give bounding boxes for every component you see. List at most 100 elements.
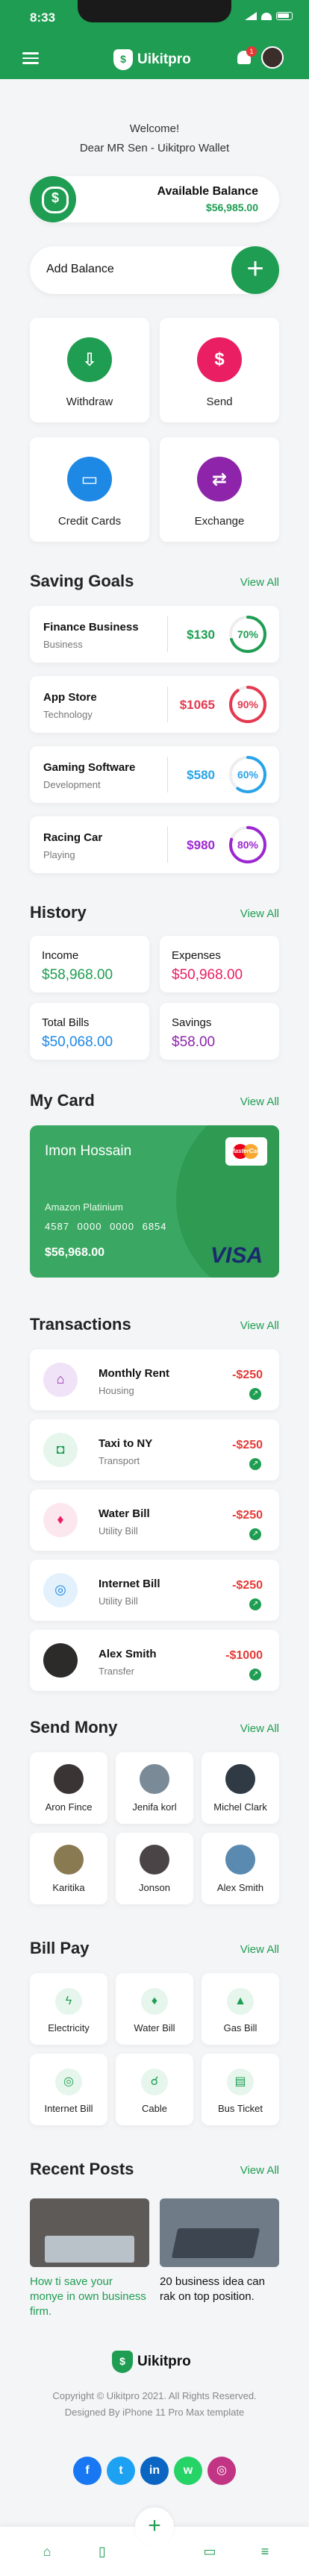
arrow-icon[interactable]: ↗	[249, 1388, 261, 1400]
notification-badge: 1	[246, 46, 257, 57]
transactions-view-all-link[interactable]: View All	[240, 1319, 279, 1332]
credit-cards-button[interactable]: ▭ Credit Cards	[30, 437, 149, 542]
goal-category: Playing	[43, 849, 75, 860]
send-button[interactable]: $ Send	[160, 318, 279, 422]
shield-logo-icon	[112, 2351, 133, 2373]
footer-brand-name: Uikitpro	[137, 2354, 191, 2369]
contact-card[interactable]: Michel Clark	[202, 1752, 279, 1824]
contact-card[interactable]: Jonson	[116, 1833, 193, 1904]
history-label: Savings	[172, 1016, 212, 1029]
divider	[167, 687, 168, 722]
arrow-icon[interactable]: ↗	[249, 1669, 261, 1681]
contact-card[interactable]: Jenifa korl	[116, 1752, 193, 1824]
avatar	[54, 1764, 84, 1794]
goal-name: Racing Car	[43, 831, 103, 844]
transaction-title: Alex Smith	[99, 1648, 157, 1660]
history-view-all-link[interactable]: View All	[240, 907, 279, 920]
goal-category: Business	[43, 639, 83, 650]
menu-icon[interactable]	[22, 52, 39, 64]
avatar	[54, 1845, 84, 1875]
saving-goals-view-all-link[interactable]: View All	[240, 576, 279, 589]
saving-goal-card[interactable]: App Store Technology $1065 90%	[30, 676, 279, 733]
instagram-icon[interactable]: ◎	[207, 2457, 236, 2485]
history-total-bills-card[interactable]: Total Bills $50,068.00	[30, 1003, 149, 1060]
post-title: How ti save your monye in own business f…	[30, 2275, 146, 2318]
balance-value: $56,985.00	[205, 201, 258, 213]
add-balance-bar[interactable]: Add Balance +	[30, 246, 279, 294]
goal-amount: $1065	[179, 698, 215, 712]
bill-pay-button[interactable]: ϟ Electricity	[30, 1973, 107, 2045]
my-card-view-all-link[interactable]: View All	[240, 1095, 279, 1108]
goal-name: Gaming Software	[43, 761, 136, 774]
withdraw-button[interactable]: ⇩ Withdraw	[30, 318, 149, 422]
recent-posts-view-all-link[interactable]: View All	[240, 2164, 279, 2177]
whatsapp-icon[interactable]: w	[174, 2457, 202, 2485]
card-number: 4587 0000 0000 6854	[45, 1221, 167, 1232]
bill-pay-button[interactable]: ☌ Cable	[116, 2054, 193, 2125]
post-image	[160, 2198, 279, 2267]
menu-lines-icon[interactable]: ≡	[257, 2543, 273, 2560]
arrow-icon[interactable]: ↗	[249, 1598, 261, 1610]
facebook-icon[interactable]: f	[73, 2457, 102, 2485]
transaction-row[interactable]: ♦ Water Bill Utility Bill -$250 ↗	[30, 1489, 279, 1551]
arrow-icon[interactable]: ↗	[249, 1528, 261, 1540]
add-balance-label: Add Balance	[46, 263, 114, 275]
send-money-view-all-link[interactable]: View All	[240, 1722, 279, 1735]
history-label: Expenses	[172, 949, 221, 962]
saving-goal-card[interactable]: Finance Business Business $130 70%	[30, 606, 279, 663]
transaction-category: Utility Bill	[99, 1525, 138, 1536]
bill-name: Cable	[142, 2103, 167, 2114]
bill-pay-button[interactable]: ◎ Internet Bill	[30, 2054, 107, 2125]
history-expenses-card[interactable]: Expenses $50,968.00	[160, 936, 279, 992]
contact-card[interactable]: Karitika	[30, 1833, 107, 1904]
card-bank-name: Amazon Platinium	[45, 1201, 123, 1213]
transaction-row[interactable]: ⌂ Monthly Rent Housing -$250 ↗	[30, 1349, 279, 1410]
add-button[interactable]: +	[135, 2507, 174, 2546]
home-icon[interactable]: ⌂	[39, 2543, 55, 2560]
bill-pay-button[interactable]: ♦ Water Bill	[116, 1973, 193, 2045]
signal-icon	[245, 12, 257, 20]
globe-icon: ◎	[43, 1573, 78, 1607]
post-card[interactable]: 20 business idea can rak on top position…	[160, 2198, 279, 2304]
bill-pay-view-all-link[interactable]: View All	[240, 1943, 279, 1956]
bill-pay-button[interactable]: ▤ Bus Ticket	[202, 2054, 279, 2125]
goal-category: Development	[43, 779, 101, 790]
bill-pay-button[interactable]: ▲ Gas Bill	[202, 1973, 279, 2045]
history-savings-card[interactable]: Savings $58.00	[160, 1003, 279, 1060]
history-label: Income	[42, 949, 79, 962]
goal-amount: $580	[187, 768, 215, 782]
contact-card[interactable]: Aron Fince	[30, 1752, 107, 1824]
wallet-icon[interactable]: ▭	[202, 2543, 218, 2560]
withdraw-icon: ⇩	[67, 337, 112, 382]
social-links: f t in w ◎	[73, 2457, 236, 2485]
post-card[interactable]: How ti save your monye in own business f…	[30, 2198, 149, 2319]
history-income-card[interactable]: Income $58,968.00	[30, 936, 149, 992]
saving-goal-card[interactable]: Gaming Software Development $580 60%	[30, 746, 279, 803]
globe-icon: ◎	[55, 2069, 82, 2095]
notch	[78, 0, 231, 22]
transaction-title: Taxi to NY	[99, 1437, 153, 1450]
bill-name: Gas Bill	[223, 2022, 258, 2033]
history-label: Total Bills	[42, 1016, 90, 1029]
twitter-icon[interactable]: t	[107, 2457, 135, 2485]
transaction-row[interactable]: ◎ Internet Bill Utility Bill -$250 ↗	[30, 1560, 279, 1621]
document-icon[interactable]: ▯	[94, 2543, 110, 2560]
arrow-icon[interactable]: ↗	[249, 1458, 261, 1470]
transaction-row[interactable]: Alex Smith Transfer -$1000 ↗	[30, 1630, 279, 1691]
linkedin-icon[interactable]: in	[140, 2457, 169, 2485]
transaction-amount: -$250	[232, 1509, 263, 1522]
avatar	[140, 1764, 169, 1794]
contact-name: Jonson	[139, 1882, 170, 1893]
avatar[interactable]	[261, 46, 284, 69]
contact-card[interactable]: Alex Smith	[202, 1833, 279, 1904]
bill-name: Water Bill	[134, 2022, 175, 2033]
status-bar: 8:33	[0, 0, 309, 34]
transaction-row[interactable]: ◘ Taxi to NY Transport -$250 ↗	[30, 1419, 279, 1481]
avatar	[43, 1643, 78, 1678]
add-balance-button[interactable]: +	[231, 246, 279, 294]
saving-goal-card[interactable]: Racing Car Playing $980 80%	[30, 816, 279, 873]
welcome-message: Welcome! Dear MR Sen - Uikitpro Wallet	[0, 119, 309, 158]
bank-card[interactable]: Imon Hossain MasterCard Amazon Platinium…	[30, 1125, 279, 1278]
avatar	[140, 1845, 169, 1875]
exchange-button[interactable]: ⇄ Exchange	[160, 437, 279, 542]
